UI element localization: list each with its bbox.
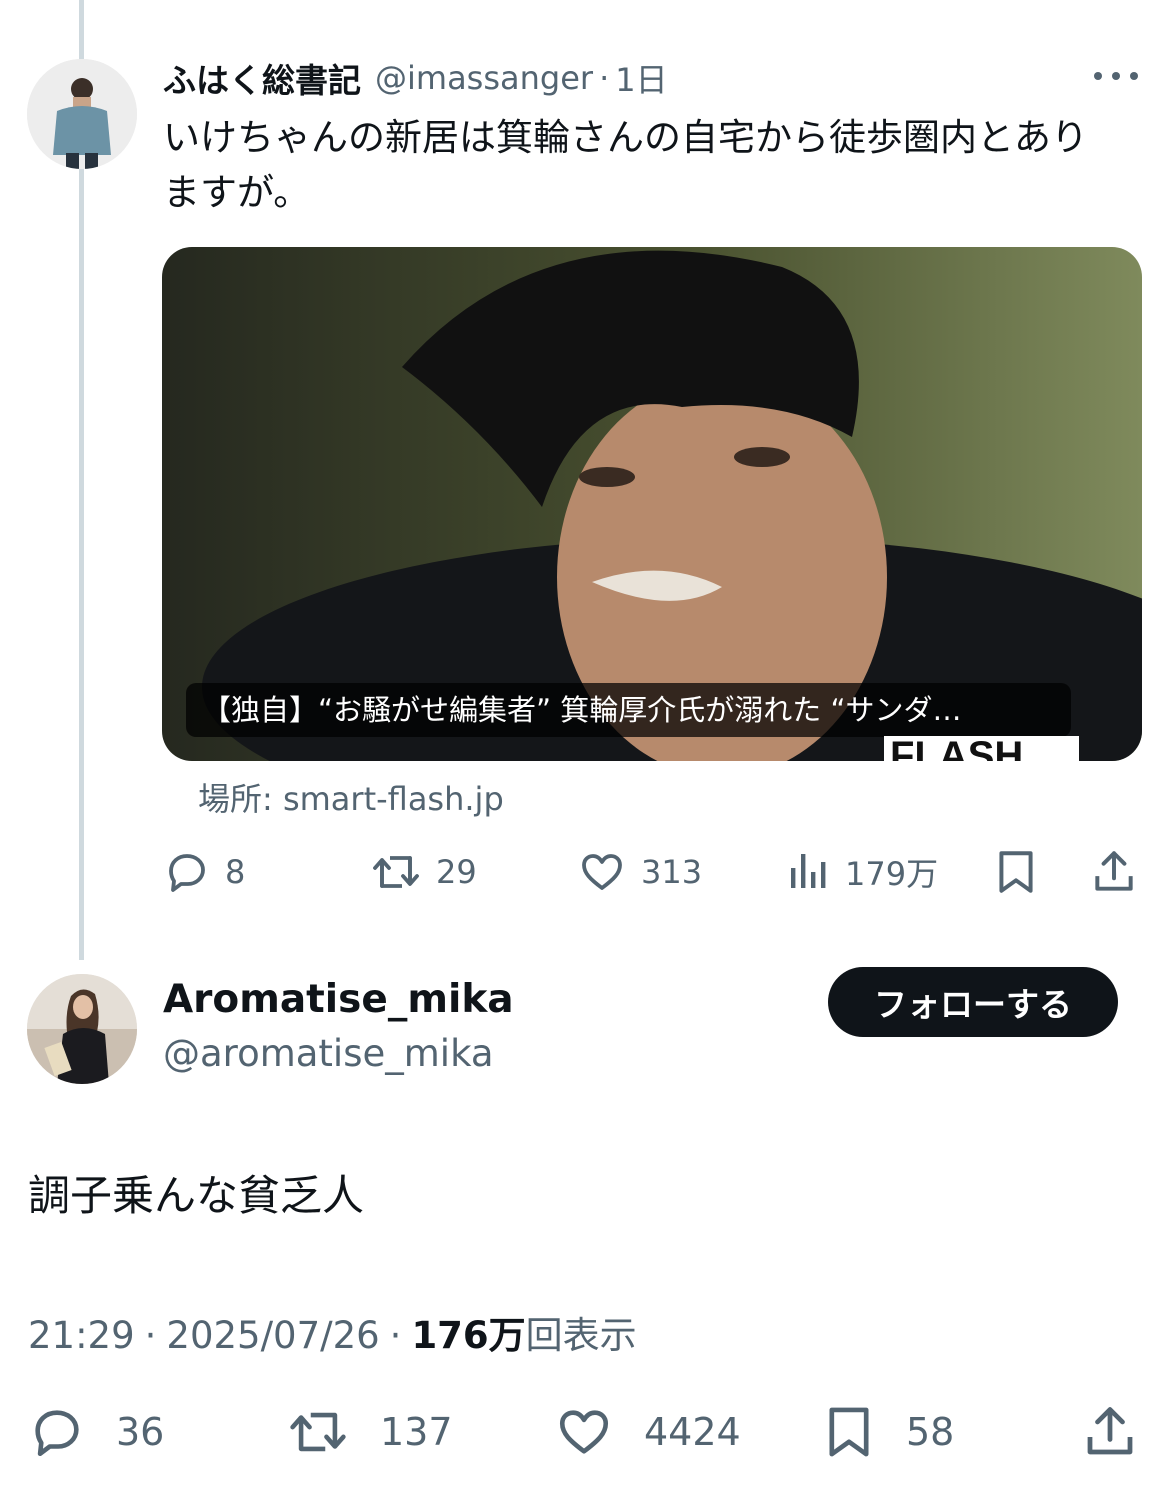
tweet-meta: 21:29 · 2025/07/26 · 176万 回表示 <box>28 1305 637 1359</box>
avatar-image <box>27 974 137 1084</box>
parent-tweet-header: ふはく総書記 @imassanger · 1日 <box>163 54 668 102</box>
main-tweet-actions: 36 137 4424 58 <box>28 1400 1143 1464</box>
reply-button[interactable]: 36 <box>28 1400 164 1464</box>
bookmark-icon <box>999 851 1033 893</box>
views-count[interactable]: 176万 <box>411 1305 525 1359</box>
reply-count: 36 <box>116 1410 165 1454</box>
heart-icon <box>582 854 622 890</box>
heart-icon <box>559 1410 609 1454</box>
bookmark-button[interactable]: 58 <box>822 1400 954 1464</box>
views-count: 179万 <box>845 855 939 893</box>
tweet-text: いけちゃんの新居は箕輪さんの自宅から徒歩圏内とありますが。 <box>163 116 1088 214</box>
share-icon <box>1095 851 1133 891</box>
flash-logo: FLASH <box>884 736 1079 761</box>
bookmark-icon <box>829 1407 869 1457</box>
share-button[interactable] <box>1089 842 1139 902</box>
repost-icon <box>373 856 419 888</box>
tweet-text: 調子乗んな貧乏人 <box>28 1171 365 1220</box>
reply-count: 8 <box>225 853 246 891</box>
author-handle[interactable]: @aromatise_mika <box>163 1032 494 1075</box>
views-label: 回表示 <box>525 1314 637 1357</box>
card-caption: 【独自】“お騒がせ編集者” 箕輪厚介氏が溺れた “サンダ… <box>186 683 1071 737</box>
views-button[interactable]: 179万 <box>787 842 938 902</box>
like-button[interactable]: 313 <box>577 842 702 902</box>
parent-tweet-actions: 8 29 313 179万 <box>163 842 1143 902</box>
analytics-icon <box>791 854 826 888</box>
repost-count: 137 <box>380 1410 453 1454</box>
like-button[interactable]: 4424 <box>554 1400 741 1464</box>
tweet-date[interactable]: 2025/07/26 <box>166 1314 379 1357</box>
share-button[interactable] <box>1080 1400 1140 1464</box>
repost-icon <box>290 1412 346 1452</box>
author-name[interactable]: ふはく総書記 <box>163 54 361 102</box>
bookmark-button[interactable] <box>993 842 1039 902</box>
bookmark-count: 58 <box>906 1410 955 1454</box>
repost-count: 29 <box>436 853 477 891</box>
reply-button[interactable]: 8 <box>163 842 245 902</box>
avatar-image <box>27 59 137 169</box>
reply-icon <box>169 854 205 892</box>
separator-dot: · <box>599 59 610 97</box>
share-icon <box>1087 1407 1133 1455</box>
tweet-time[interactable]: 1日 <box>615 55 667 101</box>
like-count: 313 <box>641 853 703 891</box>
avatar[interactable] <box>27 59 137 169</box>
like-count: 4424 <box>644 1410 741 1454</box>
card-source[interactable]: 場所: smart-flash.jp <box>198 774 504 820</box>
repost-button[interactable]: 137 <box>286 1400 453 1464</box>
avatar[interactable] <box>27 974 137 1084</box>
reply-icon <box>35 1410 79 1457</box>
link-card[interactable]: 【独自】“お騒がせ編集者” 箕輪厚介氏が溺れた “サンダ… <box>162 247 1142 761</box>
separator-dot: · <box>144 1314 157 1357</box>
author-handle[interactable]: @imassanger <box>375 59 593 97</box>
svg-text:FLASH: FLASH <box>890 736 1023 761</box>
tweet-time[interactable]: 21:29 <box>28 1314 135 1357</box>
repost-button[interactable]: 29 <box>370 842 477 902</box>
more-options-icon[interactable] <box>1094 64 1138 88</box>
author-name[interactable]: Aromatise_mika <box>163 977 514 1022</box>
separator-dot: · <box>389 1314 402 1357</box>
follow-button[interactable]: フォローする <box>828 967 1118 1037</box>
